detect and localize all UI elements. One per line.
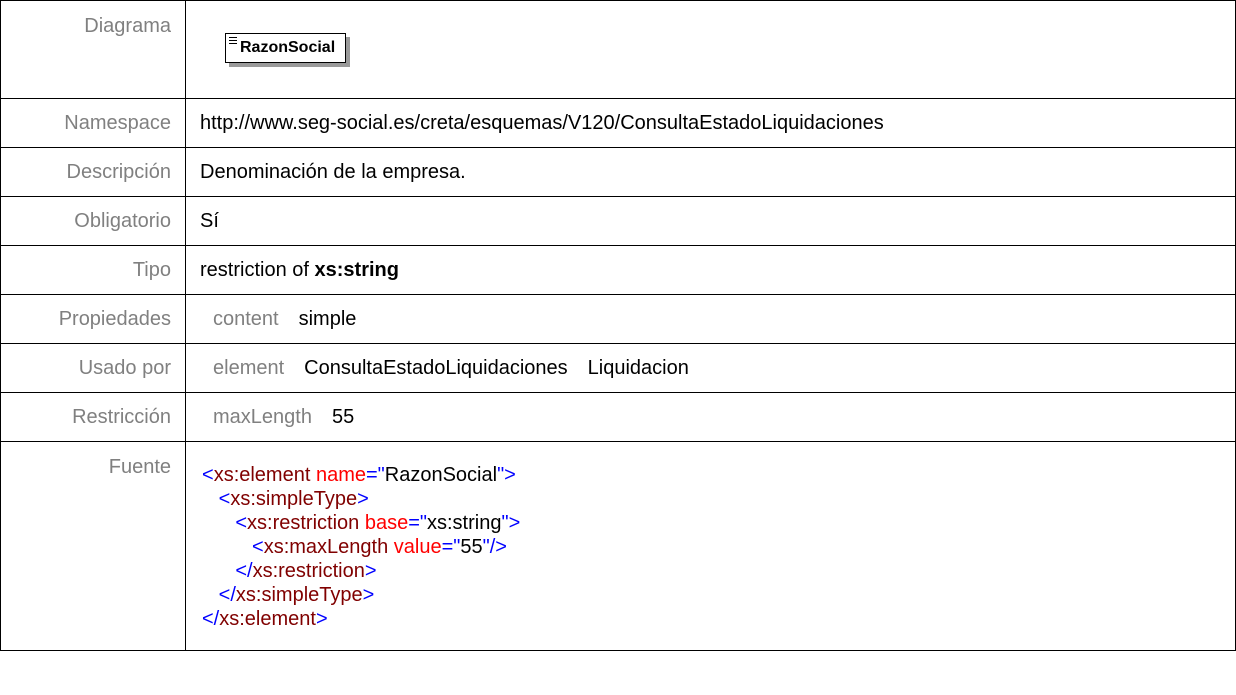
properties-key: content <box>213 307 279 330</box>
row-source: Fuente <xs:element name="RazonSocial"> <… <box>0 441 1236 651</box>
value-required: Sí <box>185 196 1236 246</box>
label-description: Descripción <box>0 147 186 197</box>
row-used-by: Usado por element ConsultaEstadoLiquidaci… <box>0 343 1236 393</box>
source-line: </xs:simpleType> <box>218 584 375 606</box>
row-properties: Propiedades content simple <box>0 294 1236 344</box>
properties-value: simple <box>298 307 357 330</box>
element-diagram-box[interactable]: RazonSocial <box>225 32 347 63</box>
restriction-value: 55 <box>331 405 355 428</box>
source-line: <xs:maxLength value="55"/> <box>252 536 507 558</box>
source-line: <xs:element name="RazonSocial"> <box>202 464 516 486</box>
label-diagram: Diagrama <box>0 0 186 99</box>
label-required: Obligatorio <box>0 196 186 246</box>
source-line: </xs:element> <box>202 608 328 630</box>
used-by-link[interactable]: Liquidacion <box>588 357 689 379</box>
value-restriction: maxLength 55 <box>185 392 1236 442</box>
value-properties: content simple <box>185 294 1236 344</box>
label-type: Tipo <box>0 245 186 295</box>
diagram-cell: RazonSocial <box>185 0 1236 99</box>
label-namespace: Namespace <box>0 98 186 148</box>
type-base-link[interactable]: xs:string <box>315 259 399 281</box>
row-diagram: Diagrama RazonSocial <box>0 0 1236 99</box>
source-line: </xs:restriction> <box>235 560 377 582</box>
label-properties: Propiedades <box>0 294 186 344</box>
label-restriction: Restricción <box>0 392 186 442</box>
used-by-key: element <box>213 356 285 379</box>
schema-doc-table: Diagrama RazonSocial Namespace http://ww… <box>0 0 1236 651</box>
used-by-link[interactable]: ConsultaEstadoLiquidaciones <box>304 357 568 379</box>
source-line: <xs:simpleType> <box>218 488 369 510</box>
value-namespace: http://www.seg-social.es/creta/esquemas/… <box>185 98 1236 148</box>
row-required: Obligatorio Sí <box>0 196 1236 246</box>
row-type: Tipo restriction of xs:string <box>0 245 1236 295</box>
source-code: <xs:element name="RazonSocial"> <xs:simp… <box>185 441 1236 651</box>
value-used-by: element ConsultaEstadoLiquidaciones Liquid… <box>185 343 1236 393</box>
restriction-key: maxLength <box>213 405 312 428</box>
type-prefix: restriction of <box>200 258 309 281</box>
source-line: <xs:restriction base="xs:string"> <box>235 512 521 534</box>
diagram-element-name: RazonSocial <box>240 38 336 56</box>
element-lines-icon <box>229 36 237 45</box>
label-used-by: Usado por <box>0 343 186 393</box>
row-restriction: Restricción maxLength 55 <box>0 392 1236 442</box>
xml-source-block: <xs:element name="RazonSocial"> <xs:simp… <box>202 461 1235 631</box>
row-description: Descripción Denominación de la empresa. <box>0 147 1236 197</box>
row-namespace: Namespace http://www.seg-social.es/creta… <box>0 98 1236 148</box>
value-description: Denominación de la empresa. <box>185 147 1236 197</box>
label-source: Fuente <box>0 441 186 651</box>
value-type: restriction of xs:string <box>185 245 1236 295</box>
